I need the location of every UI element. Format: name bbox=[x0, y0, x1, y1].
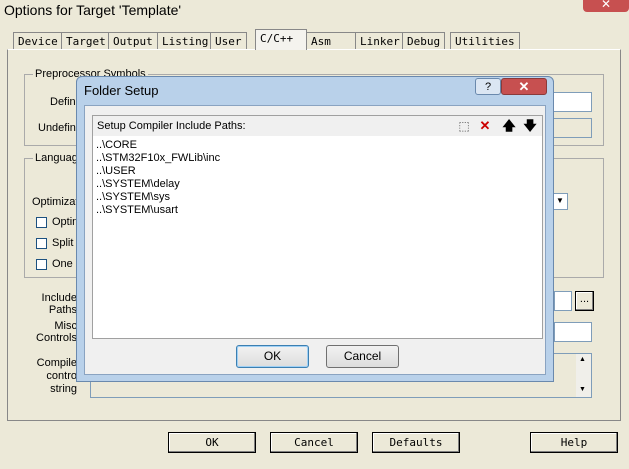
close-icon: ✕ bbox=[518, 79, 530, 94]
help-button[interactable]: Help bbox=[530, 432, 618, 453]
arrow-up-icon: 🡅 bbox=[502, 118, 516, 133]
include-paths-label: Include bbox=[41, 292, 77, 304]
close-icon: ✕ bbox=[601, 0, 612, 11]
ok-button[interactable]: OK bbox=[168, 432, 256, 453]
arrow-down-icon: 🡇 bbox=[523, 118, 537, 133]
list-item[interactable]: ..\STM32F10x_FWLib\inc bbox=[96, 152, 542, 165]
list-item[interactable]: ..\SYSTEM\usart bbox=[96, 204, 542, 217]
undefine-field[interactable] bbox=[552, 118, 592, 138]
cancel-button[interactable]: Cancel bbox=[270, 432, 358, 453]
folder-setup-client: Setup Compiler Include Paths: ⬚ ✕ 🡅 🡇 ..… bbox=[84, 105, 546, 375]
compiler-control-scrollbar[interactable]: ▲ ▼ bbox=[576, 354, 591, 397]
tab-c-cpp[interactable]: C/C++ bbox=[255, 29, 307, 50]
undefine-label: Undefin bbox=[38, 122, 76, 134]
include-paths-header: Setup Compiler Include Paths: ⬚ ✕ 🡅 🡇 bbox=[92, 115, 543, 137]
misc-controls-field[interactable] bbox=[554, 322, 592, 342]
compiler-control-label: Compile bbox=[36, 357, 77, 369]
delete-folder-button[interactable]: ✕ bbox=[476, 117, 494, 135]
include-paths-browse-button[interactable]: ... bbox=[575, 291, 594, 311]
option-checkbox-1[interactable] bbox=[36, 217, 47, 228]
chevron-down-icon: ▼ bbox=[556, 196, 564, 205]
include-paths-list[interactable]: ..\CORE ..\STM32F10x_FWLib\inc ..\USER .… bbox=[92, 136, 543, 339]
tab-debug[interactable]: Debug bbox=[402, 32, 446, 49]
list-item[interactable]: ..\USER bbox=[96, 165, 542, 178]
tab-target[interactable]: Target bbox=[61, 32, 111, 49]
move-up-button[interactable]: 🡅 bbox=[500, 117, 518, 135]
folder-setup-title: Folder Setup bbox=[84, 83, 159, 98]
list-item[interactable]: ..\SYSTEM\sys bbox=[96, 191, 542, 204]
move-down-button[interactable]: 🡇 bbox=[521, 117, 539, 135]
tab-listing[interactable]: Listing bbox=[157, 32, 214, 49]
optimization-dropdown[interactable]: ▼ bbox=[552, 193, 568, 210]
new-item-icon: ⬚ bbox=[458, 119, 470, 133]
folder-setup-dialog: Folder Setup ? ✕ Setup Compiler Include … bbox=[76, 76, 554, 382]
tab-utilities[interactable]: Utilities bbox=[450, 32, 520, 49]
tab-asm[interactable]: Asm bbox=[306, 32, 356, 49]
define-label: Defin bbox=[50, 96, 76, 108]
compiler-control-label-3: string bbox=[50, 383, 77, 395]
option-label-3: One bbox=[52, 258, 73, 270]
modal-help-button[interactable]: ? bbox=[475, 78, 501, 95]
modal-close-button[interactable]: ✕ bbox=[501, 78, 547, 95]
misc-controls-label: Misc bbox=[54, 320, 77, 332]
include-paths-label-2: Paths bbox=[48, 304, 77, 316]
scroll-down-icon: ▼ bbox=[579, 386, 586, 393]
include-paths-header-label: Setup Compiler Include Paths: bbox=[97, 120, 246, 132]
help-icon: ? bbox=[484, 81, 492, 93]
misc-controls-label-2: Controls bbox=[36, 332, 77, 344]
optimization-label: Optimizat bbox=[32, 196, 79, 208]
compiler-control-label-2: contro bbox=[46, 370, 77, 382]
option-label-2: Split bbox=[52, 237, 74, 249]
tab-user[interactable]: User bbox=[210, 32, 247, 49]
window-title: Options for Target 'Template' bbox=[4, 2, 182, 18]
defaults-button[interactable]: Defaults bbox=[372, 432, 460, 453]
tab-output[interactable]: Output bbox=[108, 32, 158, 49]
new-folder-button[interactable]: ⬚ bbox=[455, 117, 473, 135]
define-field[interactable] bbox=[552, 92, 592, 112]
include-paths-field[interactable] bbox=[554, 291, 572, 311]
window-title-bar: Options for Target 'Template' bbox=[0, 0, 629, 22]
tab-device[interactable]: Device bbox=[13, 32, 63, 49]
option-checkbox-2[interactable] bbox=[36, 238, 47, 249]
list-item[interactable]: ..\CORE bbox=[96, 139, 542, 152]
scroll-up-icon: ▲ bbox=[579, 356, 586, 363]
tab-linker[interactable]: Linker bbox=[355, 32, 405, 49]
window-close-button[interactable]: ✕ bbox=[583, 0, 629, 12]
modal-ok-button[interactable]: OK bbox=[236, 345, 309, 368]
delete-icon: ✕ bbox=[479, 118, 491, 133]
modal-cancel-button[interactable]: Cancel bbox=[326, 345, 399, 368]
language-group-label: Languag bbox=[33, 152, 80, 164]
option-checkbox-3[interactable] bbox=[36, 259, 47, 270]
list-item[interactable]: ..\SYSTEM\delay bbox=[96, 178, 542, 191]
option-label-1: Optin bbox=[52, 216, 79, 228]
